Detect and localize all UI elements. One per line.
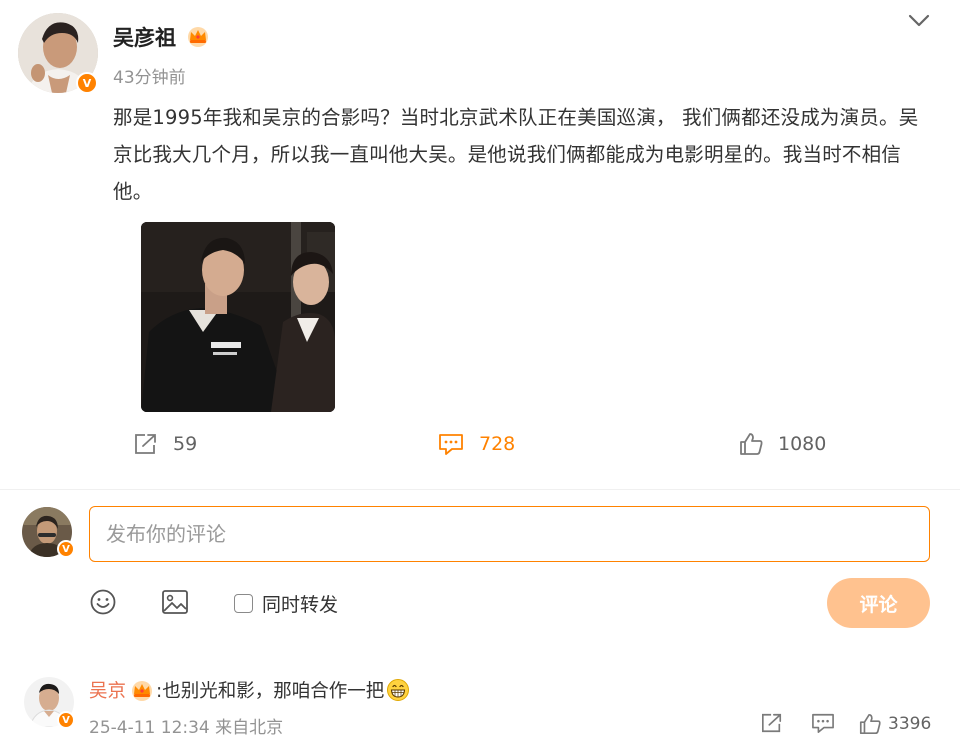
comment-like-button[interactable]: 3396 [858, 712, 931, 736]
photo-two-young-men [141, 222, 335, 412]
share-icon [135, 434, 156, 454]
comment-repost-button[interactable] [760, 712, 784, 734]
comment-input[interactable] [89, 506, 930, 562]
verified-badge: V [76, 72, 98, 94]
repost-checkbox-label: 同时转发 [262, 594, 339, 616]
image-icon[interactable] [160, 588, 190, 616]
comment-line: 吴京 :也别光和影，那咱合作一把 [89, 677, 410, 703]
like-count: 1080 [778, 433, 827, 455]
repost-button[interactable]: 59 [133, 428, 197, 460]
comment-meta: 25-4-11 12:34 来自北京 [89, 718, 284, 738]
chevron-down-icon[interactable] [905, 10, 933, 32]
comment-icon [812, 713, 834, 733]
crown-icon[interactable] [186, 25, 210, 47]
comment-author[interactable]: 吴京 [89, 677, 126, 703]
grinning-face-icon [387, 679, 410, 701]
post-photo[interactable] [141, 222, 335, 412]
post-time[interactable]: 43分钟前 [113, 63, 186, 88]
checkbox-box[interactable] [234, 594, 253, 613]
comment-text: :也别光和影，那咱合作一把 [156, 681, 385, 702]
submit-comment-button[interactable]: 评论 [827, 578, 930, 628]
comment-like-count: 3396 [888, 714, 932, 734]
repost-count: 59 [173, 433, 198, 455]
like-button[interactable]: 1080 [738, 428, 826, 460]
post-body-text: 那是1995年我和吴京的合影吗？当时北京武术队正在美国巡演， 我们俩都还没成为演… [113, 106, 919, 203]
share-icon [762, 713, 782, 733]
verified-badge: V [57, 711, 75, 729]
repost-checkbox[interactable]: 同时转发 [234, 590, 338, 617]
comment-button[interactable]: 728 [437, 428, 515, 460]
divider [0, 489, 960, 490]
comment-icon [439, 434, 463, 455]
crown-icon[interactable] [130, 679, 154, 701]
comment-reply-button[interactable] [810, 712, 836, 734]
post-author-name[interactable]: 吴彦祖 [113, 22, 176, 52]
thumbs-up-icon [859, 713, 881, 735]
emoji-icon[interactable] [89, 588, 117, 616]
comment-count: 728 [479, 433, 516, 455]
thumbs-up-icon [740, 433, 763, 455]
verified-badge: V [57, 540, 75, 558]
